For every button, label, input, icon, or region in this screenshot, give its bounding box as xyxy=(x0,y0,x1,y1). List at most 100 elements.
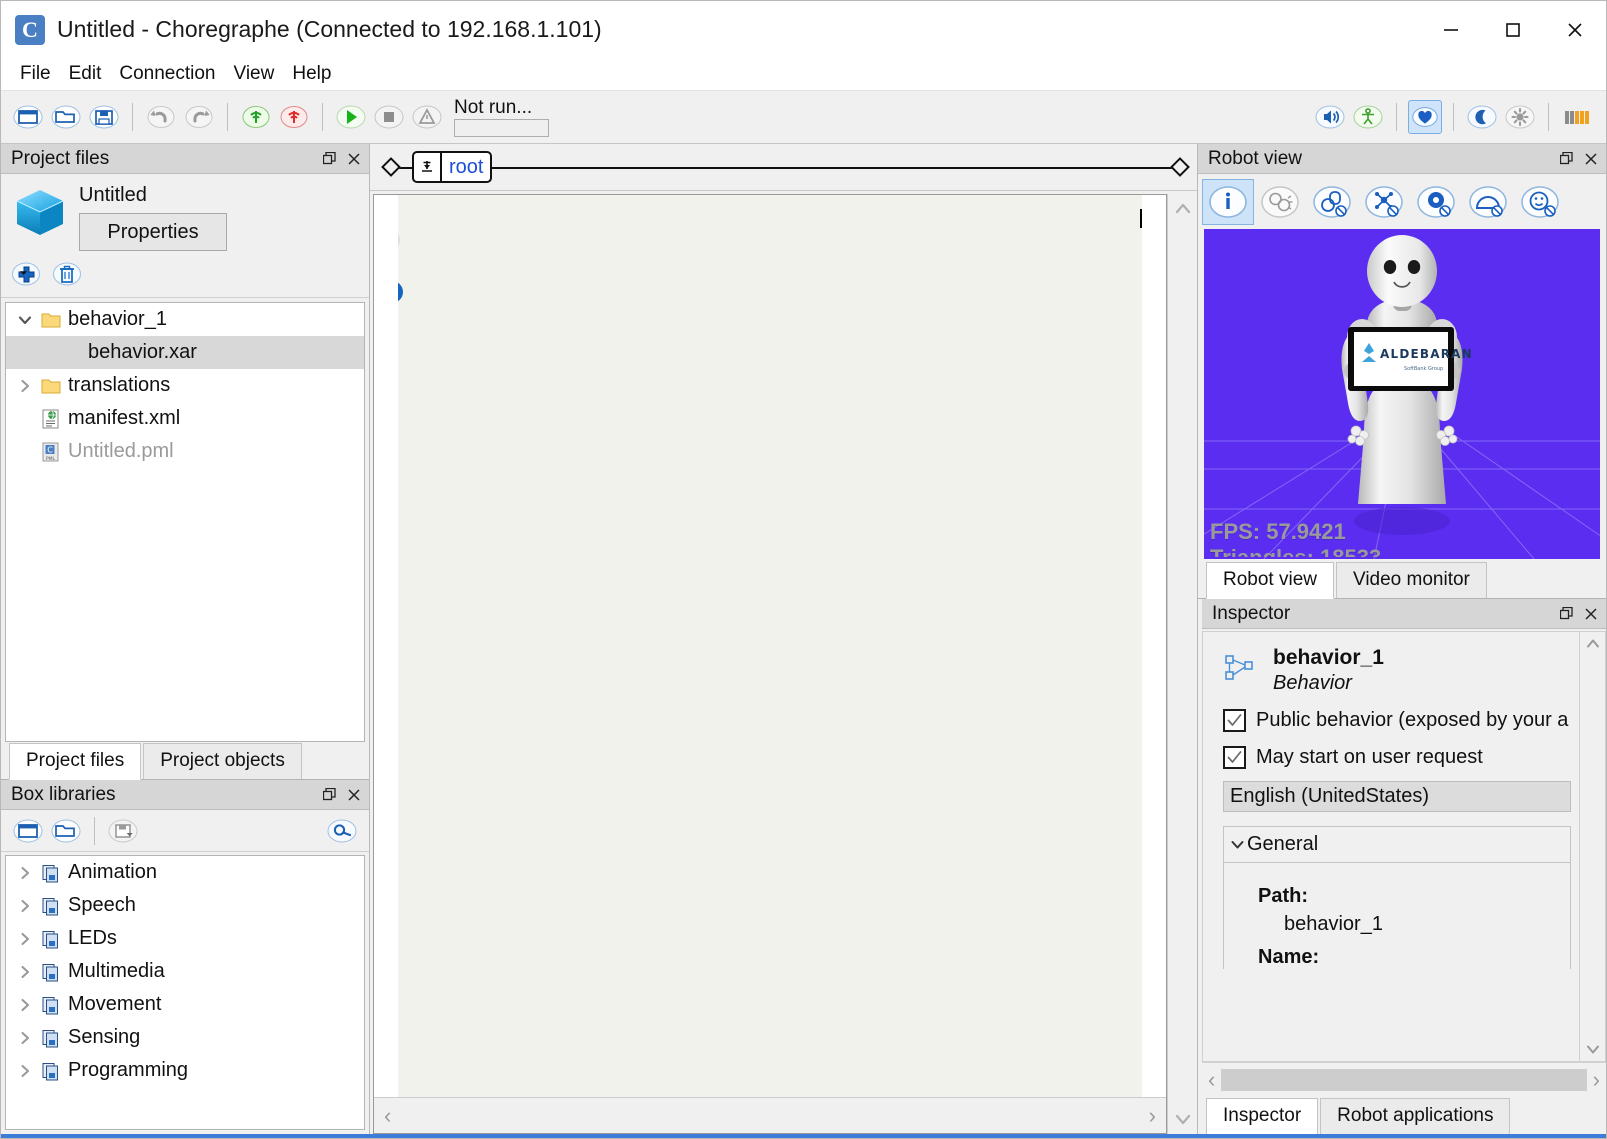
scroll-thumb[interactable] xyxy=(1221,1069,1586,1091)
info-icon[interactable] xyxy=(1202,179,1254,225)
chevron-right-icon[interactable] xyxy=(12,898,38,914)
breadcrumb-root-node[interactable]: root xyxy=(412,151,492,183)
sun-icon[interactable] xyxy=(1503,100,1537,134)
open-library-icon[interactable] xyxy=(49,814,83,848)
may-start-checkbox-row[interactable]: May start on user request xyxy=(1223,746,1579,769)
moon-icon[interactable] xyxy=(1465,100,1499,134)
add-file-icon[interactable] xyxy=(11,259,43,291)
add-input-icon[interactable]: + xyxy=(381,281,403,303)
add-output-icon[interactable]: + xyxy=(1142,231,1164,253)
chevron-right-icon[interactable] xyxy=(12,964,38,980)
box-lib-item-sensing[interactable]: Sensing xyxy=(6,1021,364,1054)
inspector-float-icon[interactable] xyxy=(1560,607,1574,621)
delete-file-icon[interactable] xyxy=(51,259,83,291)
settings-icon[interactable] xyxy=(1410,179,1462,225)
properties-button[interactable]: Properties xyxy=(79,213,227,251)
project-file-tree[interactable]: behavior_1 behavior.xar tran xyxy=(5,302,365,742)
box-lib-item-leds[interactable]: LEDs xyxy=(6,922,364,955)
inspector-horizontal-scrollbar[interactable]: ‹ › xyxy=(1202,1062,1606,1096)
general-group-header[interactable]: General xyxy=(1224,827,1570,863)
battery-icon[interactable] xyxy=(1560,100,1594,134)
box-lib-item-speech[interactable]: Speech xyxy=(6,889,364,922)
add-input-icon[interactable]: + xyxy=(378,229,400,251)
volume-icon[interactable] xyxy=(1313,100,1347,134)
add-input-port-ghost[interactable]: + xyxy=(378,229,400,251)
tree-row-behavior-folder[interactable]: behavior_1 xyxy=(6,303,364,336)
box-lib-item-movement[interactable]: Movement xyxy=(6,988,364,1021)
leds-icon[interactable] xyxy=(1254,179,1306,225)
redo-icon[interactable] xyxy=(182,100,216,134)
face-detection-icon[interactable] xyxy=(1514,179,1566,225)
tab-project-files[interactable]: Project files xyxy=(9,743,141,780)
inspector-vertical-scrollbar[interactable] xyxy=(1579,632,1605,1061)
tree-row-translations[interactable]: translations xyxy=(6,369,364,402)
public-behavior-checkbox-row[interactable]: Public behavior (exposed by your a xyxy=(1223,709,1579,732)
chevron-right-icon[interactable] xyxy=(12,378,38,394)
project-files-float-icon[interactable] xyxy=(323,152,337,166)
play-icon[interactable] xyxy=(334,100,368,134)
tab-project-objects[interactable]: Project objects xyxy=(143,743,302,779)
chevron-down-icon[interactable] xyxy=(12,312,38,328)
scroll-down-icon[interactable] xyxy=(1174,1110,1192,1128)
search-library-icon[interactable] xyxy=(325,814,359,848)
box-lib-item-multimedia[interactable]: Multimedia xyxy=(6,955,364,988)
objects-icon[interactable] xyxy=(1306,179,1358,225)
project-files-close-icon[interactable] xyxy=(347,152,361,166)
may-start-checkbox[interactable] xyxy=(1223,746,1246,769)
robot-view-close-icon[interactable] xyxy=(1584,152,1598,166)
add-output-port-button[interactable]: + xyxy=(1142,231,1164,253)
scroll-up-icon[interactable] xyxy=(1585,636,1601,652)
box-lib-item-programming[interactable]: Programming xyxy=(6,1054,364,1087)
minimize-button[interactable] xyxy=(1420,1,1482,58)
tree-row-untitled-pml[interactable]: C PML Untitled.pml xyxy=(6,435,364,468)
scroll-left-icon[interactable]: ‹ xyxy=(1208,1067,1215,1093)
robot-view-float-icon[interactable] xyxy=(1560,152,1574,166)
chevron-right-icon[interactable] xyxy=(12,1063,38,1079)
tab-video-monitor[interactable]: Video monitor xyxy=(1336,562,1487,598)
tree-row-behavior-xar[interactable]: behavior.xar xyxy=(6,336,364,369)
scroll-right-icon[interactable]: › xyxy=(1149,1103,1156,1129)
disconnect-icon[interactable] xyxy=(277,100,311,134)
menu-edit[interactable]: Edit xyxy=(60,60,111,88)
chevron-right-icon[interactable] xyxy=(12,997,38,1013)
connect-icon[interactable] xyxy=(239,100,273,134)
chevron-down-icon[interactable] xyxy=(1230,837,1245,852)
save-library-icon[interactable] xyxy=(106,814,140,848)
tree-row-manifest-xml[interactable]: manifest.xml xyxy=(6,402,364,435)
chevron-right-icon[interactable] xyxy=(12,865,38,881)
undo-icon[interactable] xyxy=(144,100,178,134)
vitruvian-icon[interactable] xyxy=(1351,100,1385,134)
box-libraries-close-icon[interactable] xyxy=(347,788,361,802)
box-lib-item-animation[interactable]: Animation xyxy=(6,856,364,889)
canvas-horizontal-scrollbar[interactable]: ‹ › xyxy=(374,1097,1166,1133)
run-status-field[interactable] xyxy=(454,119,549,137)
language-field[interactable]: English (UnitedStates) xyxy=(1223,781,1571,812)
tab-robot-applications[interactable]: Robot applications xyxy=(1320,1098,1510,1134)
input-port-icon[interactable] xyxy=(376,209,395,228)
inspector-close-icon[interactable] xyxy=(1584,607,1598,621)
warning-icon[interactable] xyxy=(410,100,444,134)
scroll-right-icon[interactable]: › xyxy=(1593,1067,1600,1093)
stop-icon[interactable] xyxy=(372,100,406,134)
public-behavior-checkbox[interactable] xyxy=(1223,709,1246,732)
open-project-icon[interactable] xyxy=(49,100,83,134)
box-libraries-tree[interactable]: Animation Speech xyxy=(5,855,365,1130)
box-libraries-float-icon[interactable] xyxy=(323,788,337,802)
add-input-port-button[interactable]: + xyxy=(381,281,403,303)
heart-icon[interactable] xyxy=(1408,100,1442,134)
close-button[interactable] xyxy=(1544,1,1606,58)
chevron-right-icon[interactable] xyxy=(12,931,38,947)
robot-3d-viewport[interactable]: ALDEBARAN SoftBank Group FPS: 57.9421 Tr… xyxy=(1204,229,1600,559)
new-project-icon[interactable] xyxy=(11,100,45,134)
maximize-button[interactable] xyxy=(1482,1,1544,58)
tab-robot-view[interactable]: Robot view xyxy=(1206,562,1334,599)
output-port-icon[interactable] xyxy=(1147,209,1166,228)
menu-help[interactable]: Help xyxy=(283,60,340,88)
menu-connection[interactable]: Connection xyxy=(110,60,224,88)
flow-canvas[interactable]: + + + xyxy=(374,195,1166,1097)
sonar-icon[interactable] xyxy=(1462,179,1514,225)
scroll-up-icon[interactable] xyxy=(1174,200,1192,218)
menu-file[interactable]: File xyxy=(11,60,60,88)
canvas-vertical-scrollbar[interactable] xyxy=(1167,194,1197,1134)
scroll-down-icon[interactable] xyxy=(1585,1041,1601,1057)
